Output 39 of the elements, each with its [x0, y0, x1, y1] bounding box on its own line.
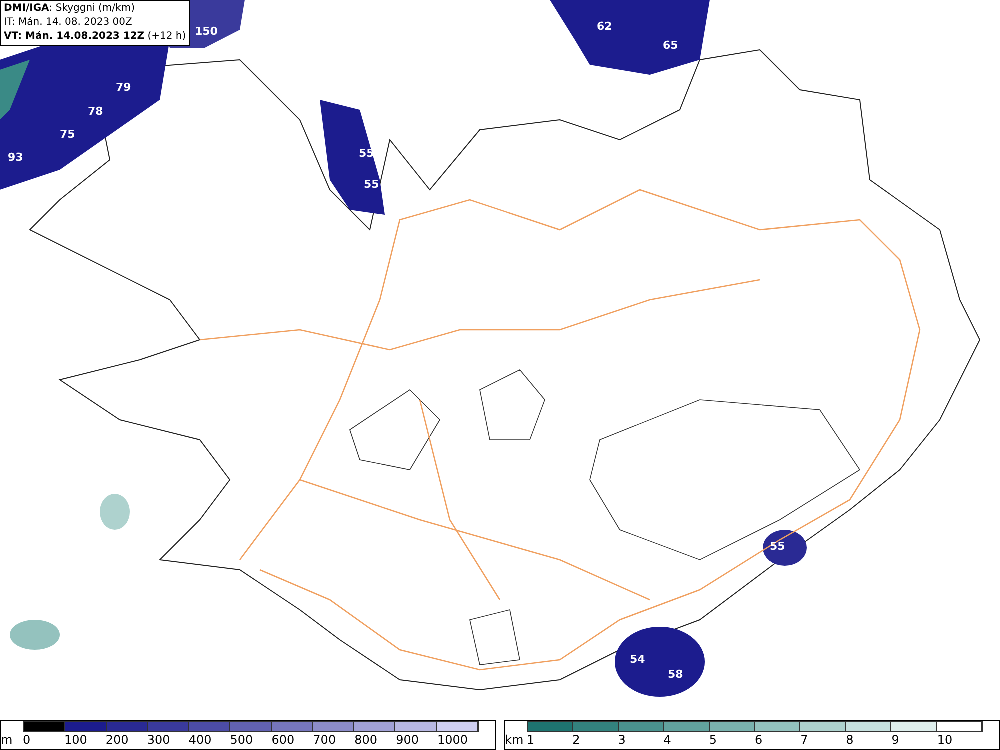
legend-tick: 300 [147, 732, 172, 748]
source-title: DMI/IGA [4, 3, 50, 14]
legend-tick: 100 [64, 732, 88, 748]
legend-tick: 5 [709, 732, 718, 748]
map-label: 58 [668, 668, 684, 681]
map-label: 75 [60, 128, 76, 141]
legend-tick: 6 [754, 732, 764, 748]
legend-tick: 600 [272, 732, 296, 748]
legend-tick: 200 [106, 732, 130, 748]
map-label: 55 [364, 178, 380, 191]
legend-tick: 400 [188, 732, 213, 748]
legend-tick: 10 [937, 732, 954, 748]
legend-tick: 9 [892, 732, 900, 748]
legend-unit: m [1, 732, 14, 748]
map-label: 62 [597, 20, 612, 33]
map-label: 54 [630, 653, 646, 666]
map-label: 78 [88, 105, 104, 118]
legend-tick: 2 [572, 732, 582, 748]
map-label: 79 [116, 81, 132, 94]
map-label: 150 [195, 25, 218, 38]
legend-unit: km [505, 732, 525, 748]
legend-tick: 4 [664, 732, 672, 748]
legend-tick: 8 [846, 732, 855, 748]
map-label: 93 [8, 151, 24, 164]
legend-tick: 700 [313, 732, 338, 748]
legend-tick: 900 [396, 732, 420, 748]
field-title: : Skyggni (m/km) [49, 3, 135, 14]
legend-tick: 0 [23, 732, 32, 748]
legend-tick: 7 [800, 732, 810, 748]
map-label: 65 [663, 39, 678, 52]
legend-tick: 500 [230, 732, 254, 748]
initial-time: IT: Mán. 14. 08. 2023 00Z [4, 17, 132, 28]
map-label: 55 [770, 540, 786, 553]
legend-tick: 1000 [438, 732, 470, 748]
legend-tick: 3 [618, 732, 627, 748]
lead-time: (+12 h) [148, 31, 186, 42]
legend-tick: 800 [354, 732, 379, 748]
valid-time: VT: Mán. 14.08.2023 12Z [4, 31, 145, 42]
legend-tick: 1 [527, 732, 536, 748]
